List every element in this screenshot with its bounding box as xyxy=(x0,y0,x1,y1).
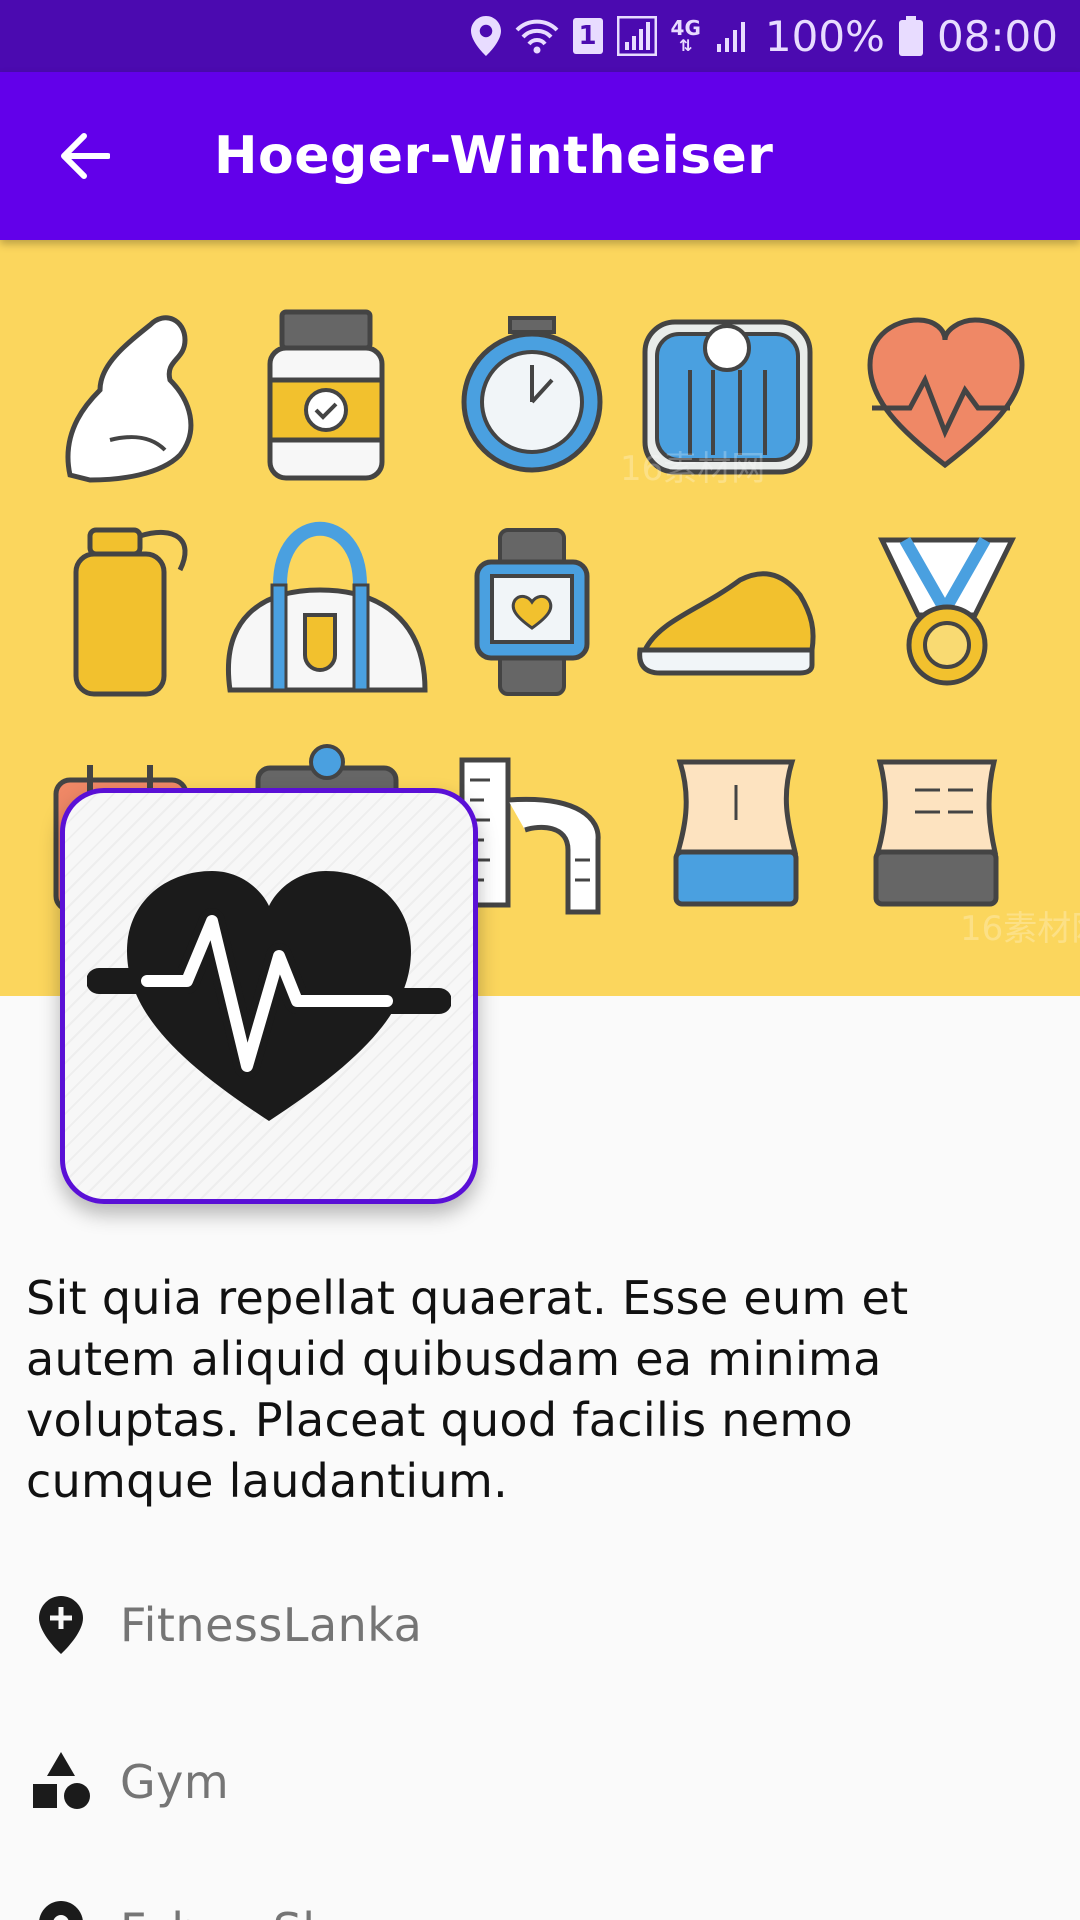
network-4g: 4G ⇅ xyxy=(670,16,701,55)
watermark-text: 16素材网 xyxy=(960,909,1080,949)
watermark-text: 16素材网 xyxy=(620,449,765,489)
category-icon xyxy=(26,1752,96,1812)
detail-row-address[interactable]: Fahey Skyway xyxy=(0,1880,1080,1920)
water-bottle-icon xyxy=(73,527,188,697)
medal-icon xyxy=(878,537,1017,686)
description-text: Sit quia repellat quaerat. Esse eum et a… xyxy=(26,1271,909,1508)
add-location-icon xyxy=(26,1596,96,1654)
address-label: Fahey Skyway xyxy=(120,1903,450,1920)
back-button[interactable] xyxy=(34,106,134,206)
supplement-jar-icon xyxy=(267,309,385,481)
heart-pulse-icon xyxy=(87,871,451,1121)
abs-icon xyxy=(873,759,999,907)
page-title: Hoeger-Wintheiser xyxy=(214,126,774,186)
sneaker-icon xyxy=(637,571,816,676)
arrow-back-icon xyxy=(61,133,110,179)
location-icon xyxy=(26,1901,96,1920)
measuring-tape-icon xyxy=(459,757,601,915)
signal-icon-2 xyxy=(715,18,751,54)
business-name: FitnessLanka xyxy=(120,1598,423,1652)
wifi-icon xyxy=(515,18,559,54)
detail-row-business[interactable]: FitnessLanka xyxy=(0,1575,1080,1675)
avatar xyxy=(60,788,478,1204)
waist-icon xyxy=(673,759,799,907)
battery-percent: 100% xyxy=(764,11,885,61)
location-icon xyxy=(470,16,501,56)
status-bar: 1 4G ⇅ 100% 08:00 xyxy=(0,0,1080,72)
battery-icon xyxy=(898,16,923,56)
app-bar: Hoeger-Wintheiser xyxy=(0,72,1080,240)
smartwatch-icon xyxy=(474,528,590,696)
network-label: 4G xyxy=(670,16,701,40)
signal-icon xyxy=(616,16,657,56)
heart-rate-icon xyxy=(867,317,1025,469)
sim-badge: 1 xyxy=(572,18,603,54)
bicep-icon xyxy=(65,315,194,483)
stopwatch-icon xyxy=(461,316,603,473)
category-label: Gym xyxy=(120,1755,230,1809)
detail-row-category[interactable]: Gym xyxy=(0,1732,1080,1832)
sim-badge-number: 1 xyxy=(578,21,597,51)
clock: 08:00 xyxy=(936,11,1058,61)
gym-bag-icon xyxy=(226,521,428,693)
